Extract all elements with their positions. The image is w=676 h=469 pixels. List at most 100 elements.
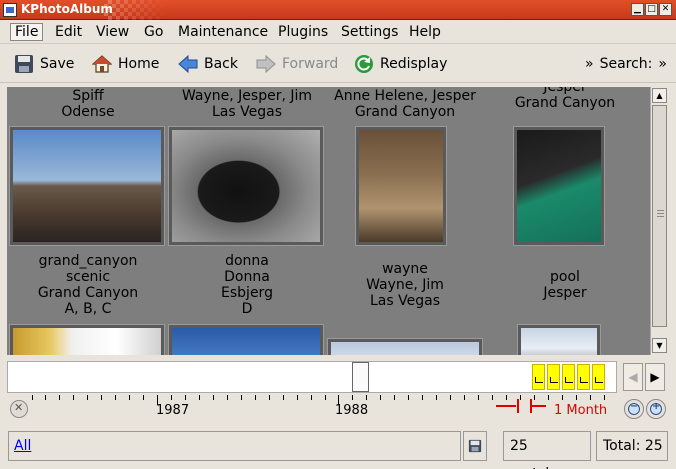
photo-thumbnail[interactable] xyxy=(514,127,604,245)
save-button[interactable]: Save xyxy=(14,51,74,77)
menu-file[interactable]: File xyxy=(10,23,44,41)
back-button[interactable]: Back xyxy=(178,51,238,77)
search-overflow-icon[interactable]: » xyxy=(658,56,667,72)
tick xyxy=(213,395,214,400)
timeline-bar[interactable] xyxy=(577,364,590,390)
tick xyxy=(548,395,549,400)
photo-thumbnail[interactable] xyxy=(356,127,446,245)
tick xyxy=(380,395,381,400)
caption-line: Wayne, Jesper, Jim xyxy=(181,88,313,104)
tick xyxy=(129,395,130,400)
caption-line: Odense xyxy=(61,104,115,120)
toolbar-overflow-icon[interactable]: » xyxy=(585,56,594,72)
zoom-out-icon[interactable]: − xyxy=(624,399,644,419)
caption-line: D xyxy=(241,301,253,317)
tick xyxy=(478,395,479,400)
span-indicator xyxy=(517,399,519,413)
timeline-ruler: 1987 1988 1 Month xyxy=(7,395,617,425)
tick xyxy=(185,395,186,400)
tick xyxy=(143,395,144,400)
photo-thumbnail[interactable] xyxy=(10,127,164,245)
timeline-bar[interactable] xyxy=(547,364,560,390)
tick xyxy=(171,395,172,400)
tick xyxy=(506,395,507,400)
menu-maintenance[interactable]: Maintenance xyxy=(174,23,272,41)
tick xyxy=(115,395,116,400)
close-icon[interactable]: ✕ xyxy=(659,3,672,16)
timeline-next-icon[interactable]: ▶ xyxy=(645,363,665,391)
menu-edit[interactable]: Edit xyxy=(51,23,86,41)
tick xyxy=(436,395,437,400)
tick xyxy=(408,395,409,400)
tick xyxy=(73,395,74,400)
scrollbar-handle[interactable] xyxy=(652,105,667,327)
photo-thumbnail[interactable] xyxy=(518,325,600,355)
redisplay-label: Redisplay xyxy=(380,56,448,72)
menu-view[interactable]: View xyxy=(92,23,133,41)
caption-line: grand_canyon xyxy=(38,253,138,269)
timeline-current-marker[interactable] xyxy=(352,362,369,392)
menu-help[interactable]: Help xyxy=(405,23,445,41)
tick xyxy=(45,395,46,400)
grip-line xyxy=(657,216,664,217)
save-filter-button[interactable] xyxy=(463,431,487,461)
zoom-in-icon[interactable]: + xyxy=(646,399,666,419)
photo-thumbnail[interactable] xyxy=(328,339,482,355)
tick xyxy=(450,395,451,400)
thumbnail-view[interactable]: Spiff Odense Wayne, Jesper, Jim Las Vega… xyxy=(7,87,650,355)
timeline-bar[interactable] xyxy=(532,364,545,390)
search-label: Search: xyxy=(599,56,653,72)
timeline-year-label: 1987 xyxy=(156,403,190,418)
save-label: Save xyxy=(40,56,75,72)
caption-line: Spiff xyxy=(72,88,104,104)
timeline-bar[interactable] xyxy=(592,364,605,390)
thumb-caption: grand_canyon scenic Grand Canyon A, B, C xyxy=(8,253,168,317)
timeline-span-label: 1 Month xyxy=(554,403,608,418)
photo-thumbnail[interactable] xyxy=(169,325,323,355)
timeline-prev-icon[interactable]: ◀ xyxy=(623,363,643,391)
tick xyxy=(269,395,270,400)
tick xyxy=(297,395,298,400)
caption-line: Las Vegas xyxy=(212,104,282,120)
photo-thumbnail[interactable] xyxy=(10,325,164,355)
redisplay-button[interactable]: Redisplay xyxy=(354,51,447,77)
menu-go[interactable]: Go xyxy=(140,23,167,41)
filter-link[interactable]: All xyxy=(9,438,31,454)
scroll-down-icon[interactable]: ▼ xyxy=(652,338,667,353)
menu-plugins[interactable]: Plugins xyxy=(274,23,332,41)
tick xyxy=(352,395,353,400)
minimize-icon[interactable]: ▁ xyxy=(631,3,644,16)
search-area[interactable]: » Search: » xyxy=(585,51,667,77)
timeline-year-label: 1988 xyxy=(335,403,369,418)
filter-box[interactable]: All xyxy=(8,431,461,461)
thumb-caption: wayne Wayne, Jim Las Vegas xyxy=(325,261,485,309)
tick xyxy=(59,395,60,400)
caption-line: donna xyxy=(225,253,269,269)
date-timeline[interactable] xyxy=(7,361,617,393)
tick xyxy=(422,395,423,400)
forward-button[interactable]: Forward xyxy=(256,51,338,77)
home-button[interactable]: Home xyxy=(92,51,159,77)
forward-label: Forward xyxy=(282,56,339,72)
tick xyxy=(590,395,591,400)
caption-line: scenic xyxy=(65,269,111,285)
caption-line: pool xyxy=(550,269,580,285)
tick xyxy=(32,395,33,400)
status-bar: All 25 matches Total: 25 xyxy=(0,428,676,469)
tick xyxy=(199,395,200,400)
floppy-disk-icon xyxy=(15,55,33,73)
vertical-scrollbar[interactable]: ▲ ▼ xyxy=(650,87,667,355)
thumb-caption: Spiff Odense xyxy=(8,88,168,120)
tick xyxy=(492,395,493,400)
scroll-up-icon[interactable]: ▲ xyxy=(652,88,667,103)
arrow-left-icon xyxy=(178,54,198,74)
tick xyxy=(576,395,577,400)
maximize-icon[interactable]: □ xyxy=(645,3,658,16)
timeline-bar[interactable] xyxy=(562,364,575,390)
app-icon[interactable] xyxy=(3,3,17,17)
menu-settings[interactable]: Settings xyxy=(337,23,402,41)
tick xyxy=(255,395,256,400)
photo-thumbnail[interactable] xyxy=(169,127,323,245)
caption-line: wayne xyxy=(382,261,428,277)
caption-line: Las Vegas xyxy=(370,293,440,309)
